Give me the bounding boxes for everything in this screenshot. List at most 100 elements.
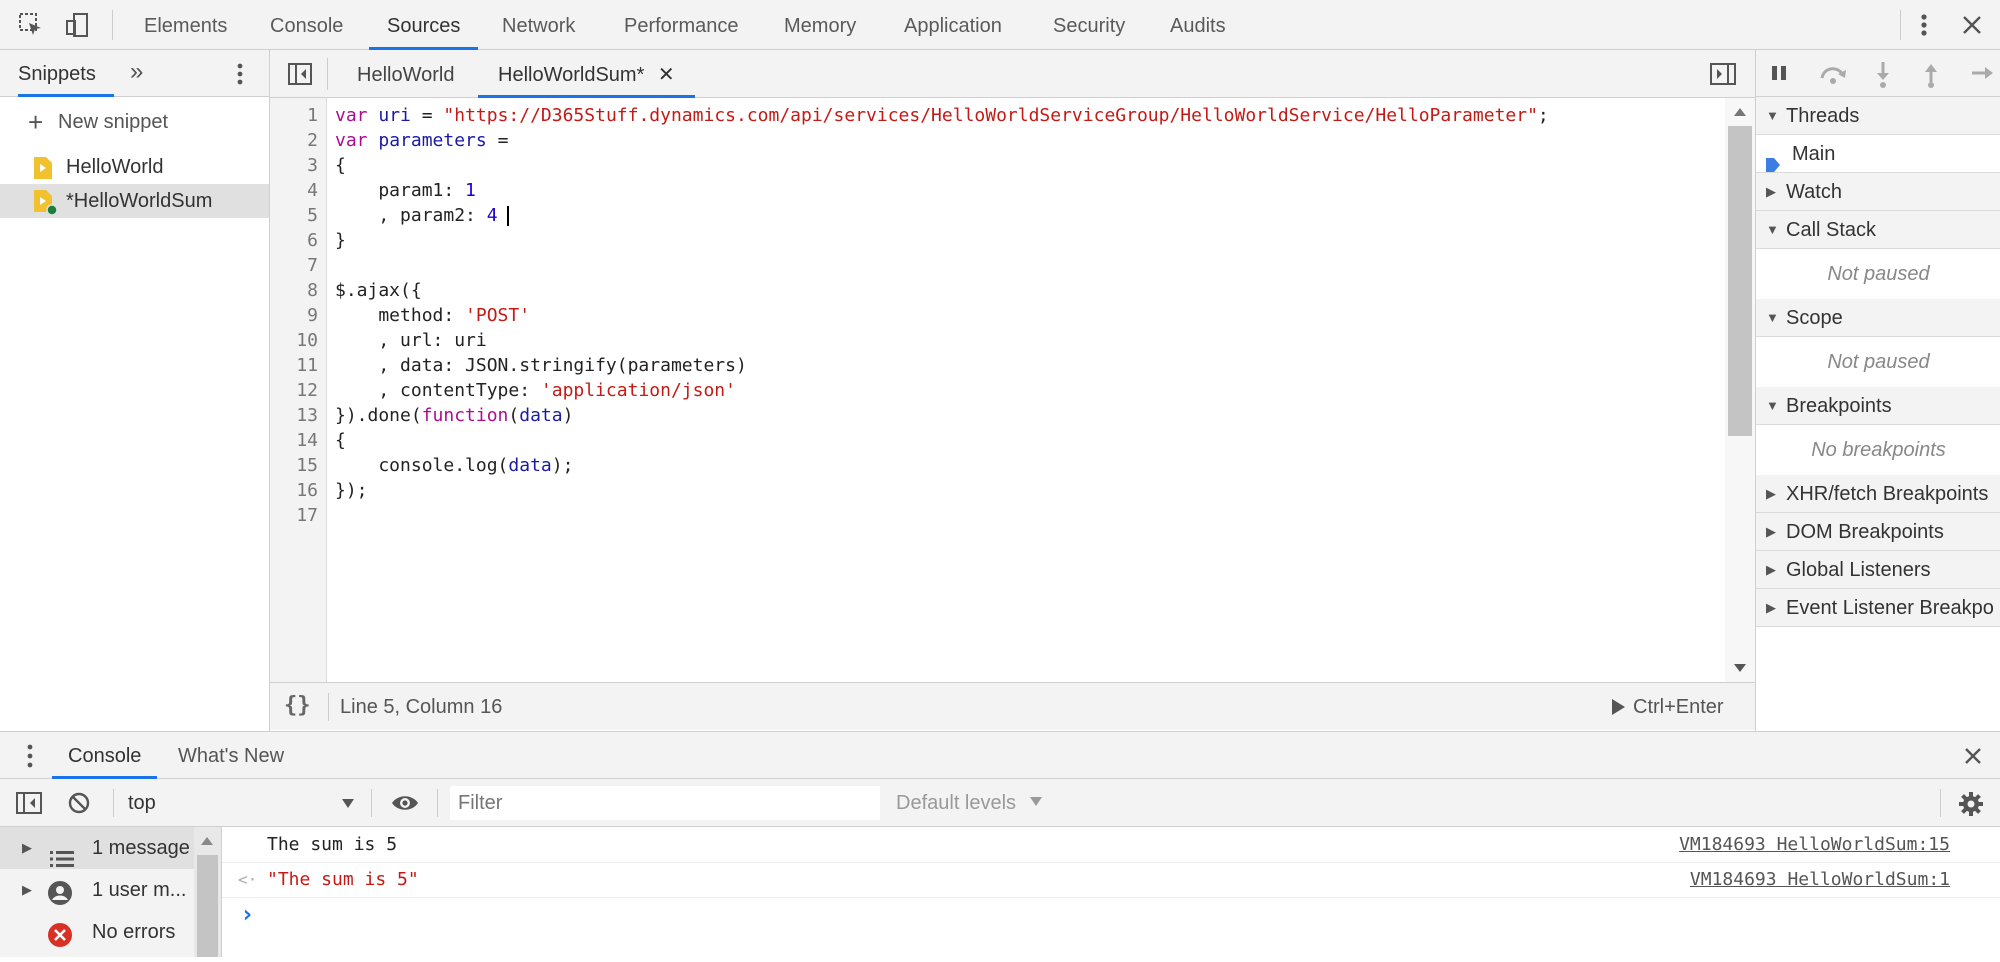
- code-line[interactable]: var parameters =: [335, 128, 508, 153]
- message-source-link[interactable]: VM184693 HelloWorldSum:15: [1679, 827, 1950, 862]
- section-dom-breakpoints[interactable]: ▶ DOM Breakpoints: [1756, 513, 2000, 551]
- live-expression-eye-icon[interactable]: [390, 792, 420, 820]
- thread-main[interactable]: Main: [1756, 135, 2000, 173]
- snippet-item-helloworldsum[interactable]: *HelloWorldSum: [0, 184, 269, 218]
- code-line[interactable]: console.log(data);: [335, 453, 573, 478]
- code-line[interactable]: , url: uri: [335, 328, 486, 353]
- tab-snippets[interactable]: Snippets: [18, 50, 114, 97]
- clear-console-icon[interactable]: [68, 792, 90, 820]
- tab-performance[interactable]: Performance: [606, 0, 757, 50]
- pause-icon[interactable]: [1770, 64, 1788, 88]
- section-threads[interactable]: ▼ Threads: [1756, 97, 2000, 135]
- line-number[interactable]: 14: [268, 428, 318, 453]
- code-line[interactable]: , contentType: 'application/json': [335, 378, 736, 403]
- sidebar-item-messages[interactable]: ▶ 1 message: [0, 827, 194, 869]
- close-tab-icon[interactable]: ✕: [658, 64, 675, 86]
- section-event-listener-breakpoints[interactable]: ▶ Event Listener Breakpo: [1756, 589, 2000, 627]
- code-line[interactable]: var uri = "https://D365Stuff.dynamics.co…: [335, 103, 1549, 128]
- tab-memory[interactable]: Memory: [766, 0, 874, 50]
- scroll-up-arrow-icon[interactable]: [1734, 108, 1746, 116]
- line-number[interactable]: 3: [268, 153, 318, 178]
- line-number[interactable]: 1: [268, 103, 318, 128]
- line-number[interactable]: 7: [268, 253, 318, 278]
- more-vert-icon[interactable]: [1907, 8, 1941, 42]
- inspect-element-icon[interactable]: [14, 8, 48, 42]
- snippet-item-helloworld[interactable]: HelloWorld: [0, 150, 269, 184]
- line-number[interactable]: 12: [268, 378, 318, 403]
- scrollbar-thumb[interactable]: [197, 855, 218, 957]
- line-number[interactable]: 6: [268, 228, 318, 253]
- section-xhr-breakpoints[interactable]: ▶ XHR/fetch Breakpoints: [1756, 475, 2000, 513]
- code-line[interactable]: , data: JSON.stringify(parameters): [335, 353, 746, 378]
- code-line[interactable]: {: [335, 428, 346, 453]
- code-line[interactable]: }: [335, 228, 346, 253]
- line-number[interactable]: 5: [268, 203, 318, 228]
- line-number[interactable]: 2: [268, 128, 318, 153]
- drawer-tab-whats-new[interactable]: What's New: [162, 732, 300, 779]
- step-over-icon[interactable]: [1818, 62, 1848, 90]
- more-vert-icon[interactable]: [236, 62, 244, 92]
- line-number[interactable]: 10: [268, 328, 318, 353]
- tab-elements[interactable]: Elements: [126, 0, 245, 50]
- pretty-print-icon[interactable]: {}: [284, 683, 311, 731]
- toggle-navigator-icon[interactable]: [288, 63, 312, 91]
- section-watch[interactable]: ▶ Watch: [1756, 173, 2000, 211]
- line-number[interactable]: 15: [268, 453, 318, 478]
- tab-security[interactable]: Security: [1035, 0, 1143, 50]
- line-number[interactable]: 4: [268, 178, 318, 203]
- filter-field[interactable]: [450, 786, 880, 820]
- scrollbar-thumb[interactable]: [1728, 126, 1752, 436]
- line-number[interactable]: 8: [268, 278, 318, 303]
- console-sidebar-scrollbar[interactable]: [194, 827, 221, 957]
- console-filter-input[interactable]: [450, 786, 880, 820]
- code-editor[interactable]: var uri = "https://D365Stuff.dynamics.co…: [327, 98, 1725, 682]
- more-tabs-icon[interactable]: »: [130, 50, 143, 97]
- log-levels-dropdown[interactable]: Default levels: [896, 779, 1042, 827]
- line-number[interactable]: 16: [268, 478, 318, 503]
- device-toolbar-icon[interactable]: [60, 8, 94, 42]
- toggle-debugger-icon[interactable]: [1710, 63, 1736, 91]
- tab-audits[interactable]: Audits: [1152, 0, 1244, 50]
- drawer-menu-icon[interactable]: [26, 743, 34, 775]
- snippets-navigator: Snippets » + New snippet HelloWorld *Hel…: [0, 50, 270, 731]
- line-number[interactable]: 11: [268, 353, 318, 378]
- new-snippet-button[interactable]: + New snippet: [0, 105, 269, 139]
- settings-gear-icon[interactable]: [1958, 791, 1984, 823]
- editor-tab-helloworldsum[interactable]: HelloWorldSum* ✕: [478, 50, 695, 98]
- sidebar-item-errors[interactable]: No errors: [0, 911, 194, 953]
- code-line[interactable]: , param2: 4: [335, 203, 497, 228]
- drawer-tab-console[interactable]: Console: [52, 732, 158, 779]
- code-line[interactable]: param1: 1: [335, 178, 476, 203]
- section-call-stack[interactable]: ▼ Call Stack: [1756, 211, 2000, 249]
- line-number[interactable]: 13: [268, 403, 318, 428]
- code-line[interactable]: }).done(function(data): [335, 403, 573, 428]
- scroll-down-arrow-icon[interactable]: [1734, 664, 1746, 672]
- step-icon[interactable]: [1970, 64, 1996, 88]
- code-line[interactable]: {: [335, 153, 346, 178]
- section-global-listeners[interactable]: ▶ Global Listeners: [1756, 551, 2000, 589]
- close-drawer-icon[interactable]: [1964, 747, 1982, 771]
- tab-console[interactable]: Console: [252, 0, 361, 50]
- section-scope[interactable]: ▼ Scope: [1756, 299, 2000, 337]
- console-prompt[interactable]: ›: [222, 897, 2000, 932]
- run-snippet-button[interactable]: Ctrl+Enter: [1612, 683, 1724, 731]
- message-source-link[interactable]: VM184693 HelloWorldSum:1: [1690, 862, 1950, 897]
- close-devtools-icon[interactable]: [1955, 8, 1989, 42]
- scroll-up-arrow-icon[interactable]: [201, 837, 213, 845]
- toggle-console-sidebar-icon[interactable]: [16, 792, 42, 820]
- tab-network[interactable]: Network: [484, 0, 593, 50]
- code-line[interactable]: });: [335, 478, 368, 503]
- code-line[interactable]: $.ajax({: [335, 278, 422, 303]
- editor-scrollbar[interactable]: [1725, 98, 1755, 682]
- context-selector[interactable]: top: [120, 785, 360, 821]
- tab-sources[interactable]: Sources: [369, 0, 479, 50]
- step-into-icon[interactable]: [1874, 60, 1892, 94]
- step-out-icon[interactable]: [1922, 60, 1940, 94]
- editor-tab-helloworld[interactable]: HelloWorld: [337, 50, 474, 98]
- sidebar-item-user-messages[interactable]: ▶ 1 user m...: [0, 869, 194, 911]
- tab-application[interactable]: Application: [886, 0, 1020, 50]
- section-breakpoints[interactable]: ▼ Breakpoints: [1756, 387, 2000, 425]
- line-number[interactable]: 9: [268, 303, 318, 328]
- code-line[interactable]: method: 'POST': [335, 303, 530, 328]
- line-number[interactable]: 17: [268, 503, 318, 528]
